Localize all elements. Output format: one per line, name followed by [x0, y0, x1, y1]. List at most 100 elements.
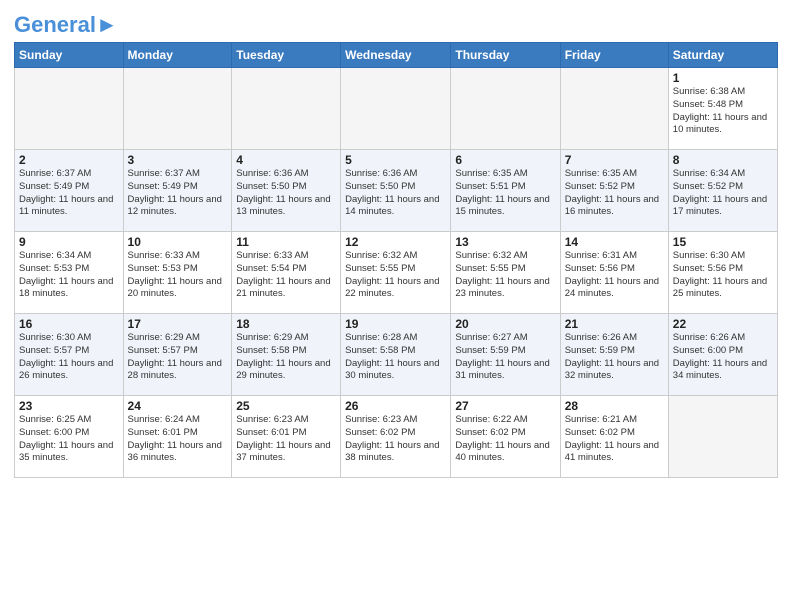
day-number: 11 [236, 235, 336, 249]
calendar-header-friday: Friday [560, 43, 668, 68]
day-info: Sunrise: 6:23 AM Sunset: 6:02 PM Dayligh… [345, 414, 446, 465]
day-info: Sunrise: 6:32 AM Sunset: 5:55 PM Dayligh… [455, 250, 555, 301]
calendar-cell: 13Sunrise: 6:32 AM Sunset: 5:55 PM Dayli… [451, 232, 560, 314]
calendar-cell: 6Sunrise: 6:35 AM Sunset: 5:51 PM Daylig… [451, 150, 560, 232]
calendar-cell: 23Sunrise: 6:25 AM Sunset: 6:00 PM Dayli… [15, 396, 124, 478]
calendar-cell [668, 396, 777, 478]
day-info: Sunrise: 6:37 AM Sunset: 5:49 PM Dayligh… [128, 168, 228, 219]
day-info: Sunrise: 6:30 AM Sunset: 5:56 PM Dayligh… [673, 250, 773, 301]
calendar-cell: 28Sunrise: 6:21 AM Sunset: 6:02 PM Dayli… [560, 396, 668, 478]
calendar-cell [232, 68, 341, 150]
logo-general: General► [14, 14, 118, 36]
calendar: SundayMondayTuesdayWednesdayThursdayFrid… [14, 42, 778, 478]
calendar-cell: 16Sunrise: 6:30 AM Sunset: 5:57 PM Dayli… [15, 314, 124, 396]
day-number: 28 [565, 399, 664, 413]
day-number: 23 [19, 399, 119, 413]
day-info: Sunrise: 6:26 AM Sunset: 6:00 PM Dayligh… [673, 332, 773, 383]
page-container: General► SundayMondayTuesdayWednesdayThu… [0, 0, 792, 488]
logo-blue-inline: ► [96, 12, 118, 37]
calendar-cell [123, 68, 232, 150]
day-number: 2 [19, 153, 119, 167]
calendar-cell: 12Sunrise: 6:32 AM Sunset: 5:55 PM Dayli… [341, 232, 451, 314]
day-number: 10 [128, 235, 228, 249]
calendar-cell: 8Sunrise: 6:34 AM Sunset: 5:52 PM Daylig… [668, 150, 777, 232]
calendar-cell: 5Sunrise: 6:36 AM Sunset: 5:50 PM Daylig… [341, 150, 451, 232]
day-number: 24 [128, 399, 228, 413]
calendar-cell: 19Sunrise: 6:28 AM Sunset: 5:58 PM Dayli… [341, 314, 451, 396]
calendar-cell: 26Sunrise: 6:23 AM Sunset: 6:02 PM Dayli… [341, 396, 451, 478]
calendar-cell: 17Sunrise: 6:29 AM Sunset: 5:57 PM Dayli… [123, 314, 232, 396]
day-number: 17 [128, 317, 228, 331]
calendar-cell [341, 68, 451, 150]
day-info: Sunrise: 6:21 AM Sunset: 6:02 PM Dayligh… [565, 414, 664, 465]
day-info: Sunrise: 6:33 AM Sunset: 5:53 PM Dayligh… [128, 250, 228, 301]
day-info: Sunrise: 6:26 AM Sunset: 5:59 PM Dayligh… [565, 332, 664, 383]
calendar-cell [560, 68, 668, 150]
logo: General► [14, 14, 118, 36]
calendar-header-row: SundayMondayTuesdayWednesdayThursdayFrid… [15, 43, 778, 68]
calendar-header-sunday: Sunday [15, 43, 124, 68]
calendar-header-wednesday: Wednesday [341, 43, 451, 68]
day-info: Sunrise: 6:38 AM Sunset: 5:48 PM Dayligh… [673, 86, 773, 137]
day-number: 1 [673, 71, 773, 85]
day-number: 4 [236, 153, 336, 167]
day-info: Sunrise: 6:35 AM Sunset: 5:51 PM Dayligh… [455, 168, 555, 219]
calendar-cell: 14Sunrise: 6:31 AM Sunset: 5:56 PM Dayli… [560, 232, 668, 314]
calendar-cell: 7Sunrise: 6:35 AM Sunset: 5:52 PM Daylig… [560, 150, 668, 232]
day-info: Sunrise: 6:24 AM Sunset: 6:01 PM Dayligh… [128, 414, 228, 465]
day-number: 16 [19, 317, 119, 331]
day-number: 20 [455, 317, 555, 331]
day-number: 21 [565, 317, 664, 331]
day-number: 7 [565, 153, 664, 167]
day-number: 18 [236, 317, 336, 331]
day-info: Sunrise: 6:29 AM Sunset: 5:57 PM Dayligh… [128, 332, 228, 383]
calendar-cell: 21Sunrise: 6:26 AM Sunset: 5:59 PM Dayli… [560, 314, 668, 396]
day-info: Sunrise: 6:31 AM Sunset: 5:56 PM Dayligh… [565, 250, 664, 301]
day-info: Sunrise: 6:37 AM Sunset: 5:49 PM Dayligh… [19, 168, 119, 219]
day-info: Sunrise: 6:29 AM Sunset: 5:58 PM Dayligh… [236, 332, 336, 383]
calendar-cell: 27Sunrise: 6:22 AM Sunset: 6:02 PM Dayli… [451, 396, 560, 478]
calendar-cell: 20Sunrise: 6:27 AM Sunset: 5:59 PM Dayli… [451, 314, 560, 396]
day-number: 14 [565, 235, 664, 249]
calendar-cell: 15Sunrise: 6:30 AM Sunset: 5:56 PM Dayli… [668, 232, 777, 314]
day-number: 15 [673, 235, 773, 249]
day-number: 26 [345, 399, 446, 413]
calendar-week-1: 1Sunrise: 6:38 AM Sunset: 5:48 PM Daylig… [15, 68, 778, 150]
day-info: Sunrise: 6:32 AM Sunset: 5:55 PM Dayligh… [345, 250, 446, 301]
day-info: Sunrise: 6:22 AM Sunset: 6:02 PM Dayligh… [455, 414, 555, 465]
calendar-cell: 25Sunrise: 6:23 AM Sunset: 6:01 PM Dayli… [232, 396, 341, 478]
calendar-cell: 3Sunrise: 6:37 AM Sunset: 5:49 PM Daylig… [123, 150, 232, 232]
calendar-header-saturday: Saturday [668, 43, 777, 68]
calendar-week-4: 16Sunrise: 6:30 AM Sunset: 5:57 PM Dayli… [15, 314, 778, 396]
calendar-cell: 2Sunrise: 6:37 AM Sunset: 5:49 PM Daylig… [15, 150, 124, 232]
calendar-week-3: 9Sunrise: 6:34 AM Sunset: 5:53 PM Daylig… [15, 232, 778, 314]
day-number: 3 [128, 153, 228, 167]
day-number: 27 [455, 399, 555, 413]
calendar-cell: 4Sunrise: 6:36 AM Sunset: 5:50 PM Daylig… [232, 150, 341, 232]
calendar-cell [451, 68, 560, 150]
day-info: Sunrise: 6:23 AM Sunset: 6:01 PM Dayligh… [236, 414, 336, 465]
day-info: Sunrise: 6:36 AM Sunset: 5:50 PM Dayligh… [236, 168, 336, 219]
day-info: Sunrise: 6:28 AM Sunset: 5:58 PM Dayligh… [345, 332, 446, 383]
day-info: Sunrise: 6:25 AM Sunset: 6:00 PM Dayligh… [19, 414, 119, 465]
calendar-cell: 24Sunrise: 6:24 AM Sunset: 6:01 PM Dayli… [123, 396, 232, 478]
logo-general-text: General [14, 12, 96, 37]
day-info: Sunrise: 6:33 AM Sunset: 5:54 PM Dayligh… [236, 250, 336, 301]
calendar-header-monday: Monday [123, 43, 232, 68]
calendar-week-5: 23Sunrise: 6:25 AM Sunset: 6:00 PM Dayli… [15, 396, 778, 478]
day-info: Sunrise: 6:30 AM Sunset: 5:57 PM Dayligh… [19, 332, 119, 383]
day-number: 25 [236, 399, 336, 413]
day-info: Sunrise: 6:34 AM Sunset: 5:53 PM Dayligh… [19, 250, 119, 301]
calendar-header-tuesday: Tuesday [232, 43, 341, 68]
calendar-week-2: 2Sunrise: 6:37 AM Sunset: 5:49 PM Daylig… [15, 150, 778, 232]
day-number: 19 [345, 317, 446, 331]
day-number: 6 [455, 153, 555, 167]
day-number: 8 [673, 153, 773, 167]
calendar-header-thursday: Thursday [451, 43, 560, 68]
day-number: 13 [455, 235, 555, 249]
day-number: 9 [19, 235, 119, 249]
day-number: 5 [345, 153, 446, 167]
calendar-cell: 11Sunrise: 6:33 AM Sunset: 5:54 PM Dayli… [232, 232, 341, 314]
day-info: Sunrise: 6:27 AM Sunset: 5:59 PM Dayligh… [455, 332, 555, 383]
calendar-cell: 10Sunrise: 6:33 AM Sunset: 5:53 PM Dayli… [123, 232, 232, 314]
